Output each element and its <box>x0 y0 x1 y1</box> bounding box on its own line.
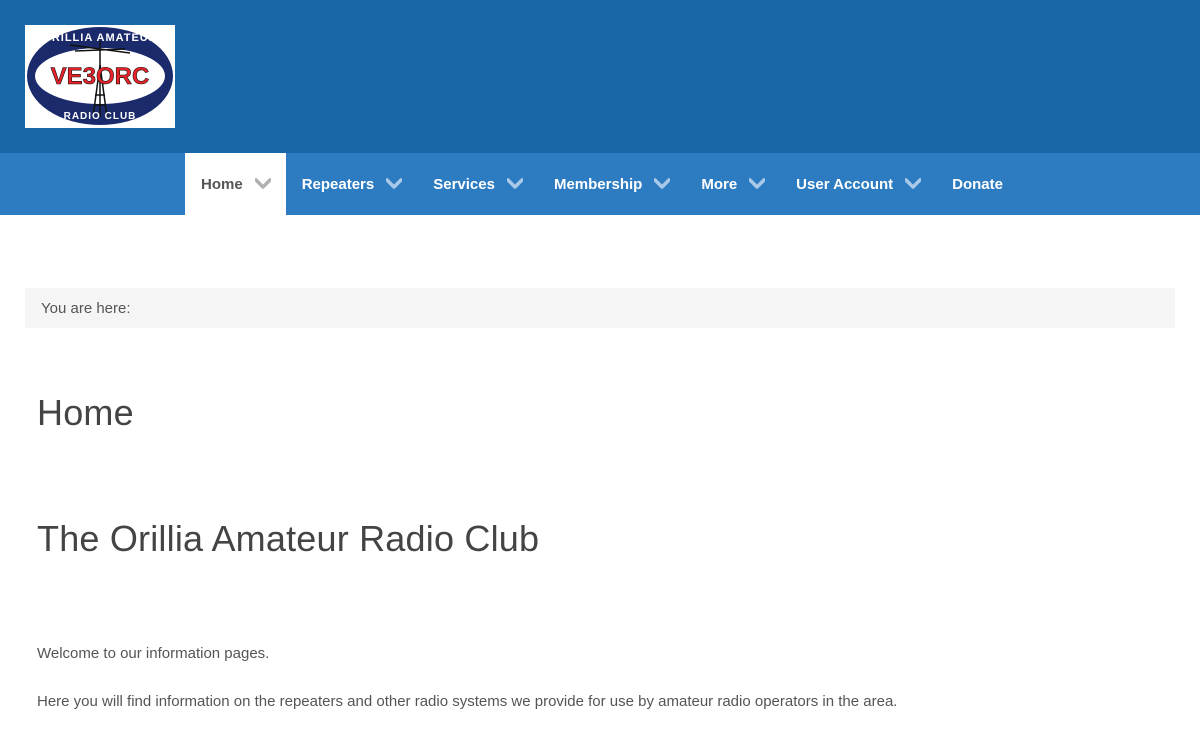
page-title: Home <box>37 392 134 433</box>
intro-paragraph: Welcome to our information pages. <box>37 645 270 662</box>
chevron-down-icon[interactable] <box>905 178 922 190</box>
site-logo[interactable]: VE3ORC ORILLIA AMATEUR RADIO CLUB <box>25 25 175 128</box>
svg-text:RADIO CLUB: RADIO CLUB <box>64 111 137 122</box>
chevron-down-icon[interactable] <box>749 178 766 190</box>
breadcrumb: You are here: <box>25 288 1175 328</box>
info-paragraph: Here you will find information on the re… <box>37 693 898 710</box>
breadcrumb-label: You are here: <box>41 299 131 317</box>
main-navigation: Home Repeaters Services Membership More User … <box>0 153 1200 215</box>
nav-item-label: Donate <box>952 175 1003 193</box>
nav-item-label: More <box>701 175 738 193</box>
nav-item-more[interactable]: More <box>685 153 780 215</box>
nav-item-home[interactable]: Home <box>185 153 286 215</box>
nav-item-user-account[interactable]: User Account <box>780 153 936 215</box>
svg-text:VE3ORC: VE3ORC <box>51 63 150 90</box>
article-title: The Orillia Amateur Radio Club <box>37 518 540 559</box>
nav-item-label: Repeaters <box>301 175 375 193</box>
nav-item-label: Membership <box>553 175 643 193</box>
nav-item-label: User Account <box>796 175 894 193</box>
chevron-down-icon[interactable] <box>254 178 271 190</box>
chevron-down-icon[interactable] <box>506 178 523 190</box>
nav-item-label: Home <box>201 175 243 193</box>
svg-text:ORILLIA AMATEUR: ORILLIA AMATEUR <box>42 32 157 44</box>
chevron-down-icon[interactable] <box>654 178 671 190</box>
nav-item-services[interactable]: Services <box>417 153 538 215</box>
nav-item-donate[interactable]: Donate <box>936 153 1018 215</box>
nav-items: Home Repeaters Services Membership More User … <box>185 153 1018 215</box>
nav-item-label: Services <box>433 175 495 193</box>
club-logo-emblem: VE3ORC ORILLIA AMATEUR RADIO CLUB <box>25 25 175 128</box>
nav-item-membership[interactable]: Membership <box>538 153 685 215</box>
nav-item-repeaters[interactable]: Repeaters <box>286 153 418 215</box>
chevron-down-icon[interactable] <box>386 178 403 190</box>
site-header: VE3ORC ORILLIA AMATEUR RADIO CLUB <box>0 0 1200 153</box>
